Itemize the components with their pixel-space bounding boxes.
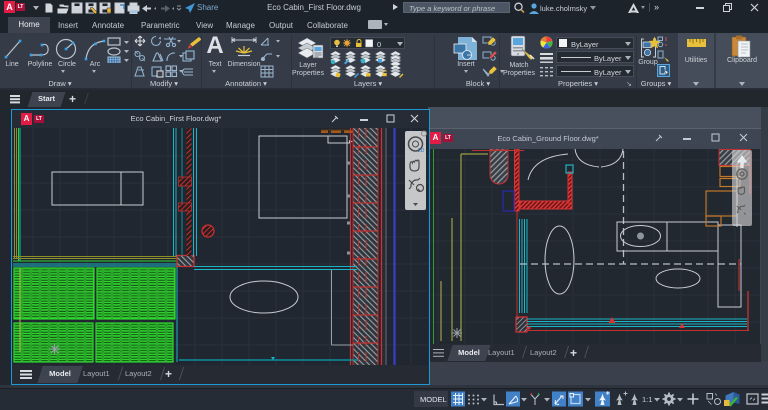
svg-text:1:1: 1:1	[642, 395, 652, 404]
svg-text:2D: 2D	[418, 148, 425, 154]
